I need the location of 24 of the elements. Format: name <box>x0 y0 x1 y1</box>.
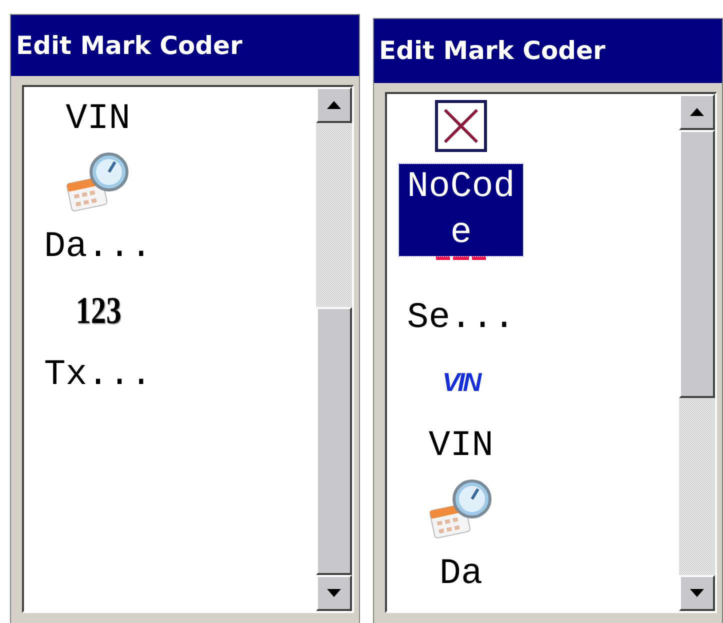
down-arrow-icon <box>327 589 341 597</box>
number-logo: 123 <box>75 289 121 333</box>
scroll-thumb[interactable] <box>679 130 715 398</box>
item-label[interactable]: Tx... <box>44 354 152 396</box>
up-arrow-icon <box>690 108 704 116</box>
vin-logo: VIN <box>442 366 480 398</box>
window-title: Edit Mark Coder <box>11 15 359 76</box>
item-label[interactable]: Da <box>439 553 483 595</box>
scroll-down-button[interactable] <box>316 575 352 611</box>
scroll-up-button[interactable] <box>316 87 352 123</box>
cross-box-icon <box>435 100 487 152</box>
scroll-down-button[interactable] <box>679 575 715 611</box>
item-label[interactable]: Se... <box>406 297 516 339</box>
up-arrow-icon <box>327 101 341 109</box>
item-label[interactable]: Da... <box>44 226 152 268</box>
down-arrow-icon <box>690 589 704 597</box>
item-label[interactable]: VIN <box>428 425 494 467</box>
item-label[interactable]: VIN <box>66 98 130 140</box>
scroll-bar[interactable] <box>316 87 352 611</box>
scroll-up-button[interactable] <box>679 94 715 130</box>
item-label[interactable]: NoCode <box>399 164 523 256</box>
scroll-thumb[interactable] <box>316 307 352 575</box>
scroll-bar[interactable] <box>679 94 715 611</box>
window-title: Edit Mark Coder <box>374 19 722 83</box>
